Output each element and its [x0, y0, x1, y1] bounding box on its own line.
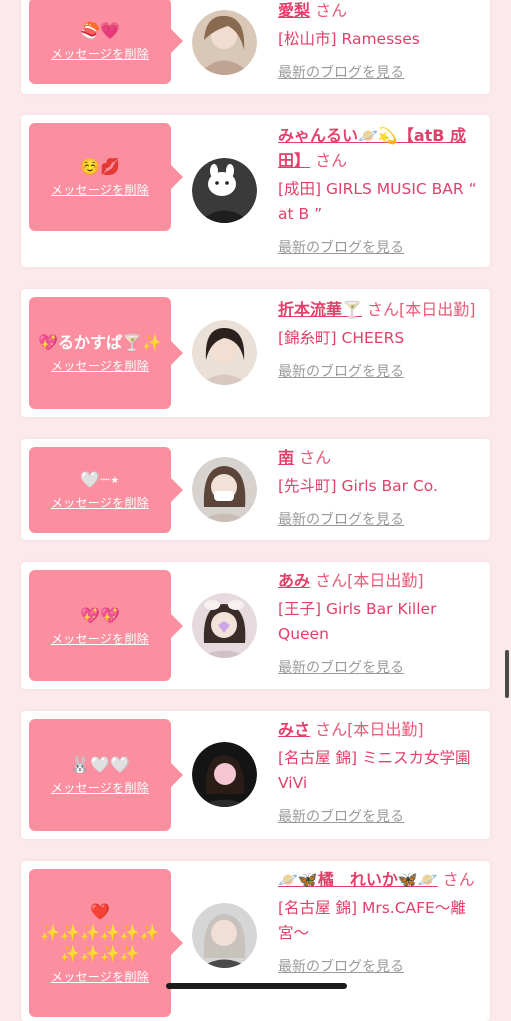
shop-label: [松山市] Ramesses [278, 30, 420, 48]
cast-name-link[interactable]: 折本流華🍸 [278, 300, 362, 319]
delete-message-link[interactable]: メッセージを削除 [51, 630, 149, 647]
avatar[interactable] [192, 320, 257, 385]
latest-blog-link[interactable]: 最新のブログを見る [278, 806, 404, 826]
message-card: 💖💖 メッセージを削除 あみ さん[本日出勤] [王子] Girls Bar K… [21, 562, 490, 689]
latest-blog-link[interactable]: 最新のブログを見る [278, 62, 404, 82]
delete-message-link[interactable]: メッセージを削除 [51, 45, 149, 62]
message-bubble: ☺️💋 メッセージを削除 [29, 123, 183, 231]
cast-info: 🪐🦋橘 れいか🦋🪐 さん [名古屋 錦] Mrs.CAFE〜離宮〜 最新のブログ… [278, 867, 484, 976]
cast-name-line: 折本流華🍸 さん[本日出勤] [278, 297, 484, 322]
latest-blog-link[interactable]: 最新のブログを見る [278, 361, 404, 381]
message-stamp: 🐰🤍🤍 [70, 755, 130, 774]
message-bubble: 🍣💗 メッセージを削除 [29, 0, 183, 84]
cast-name-link[interactable]: みゃんるい🪐💫【atB 成田】 [278, 126, 466, 170]
cast-name-line: みゃんるい🪐💫【atB 成田】 さん [278, 123, 484, 173]
message-bubble: 💖るかすぱ🍸✨ メッセージを削除 [29, 297, 183, 409]
avatar[interactable] [192, 903, 257, 968]
latest-blog-link[interactable]: 最新のブログを見る [278, 237, 404, 257]
message-card: 🤍┈⋆ メッセージを削除 南 さん [先斗町] Girls Bar Co. 最新… [21, 439, 490, 540]
shop-label: [名古屋 錦] ミニスカ女学園ViVi [278, 749, 471, 792]
cast-name-link[interactable]: みさ [278, 720, 310, 739]
message-list: 🍣💗 メッセージを削除 愛梨 さん [松山市] Ramesses 最新のブログを… [0, 0, 511, 1021]
message-card: 🍣💗 メッセージを削除 愛梨 さん [松山市] Ramesses 最新のブログを… [21, 0, 490, 94]
scrollbar[interactable] [505, 650, 509, 698]
cast-info: 折本流華🍸 さん[本日出勤] [錦糸町] CHEERS 最新のブログを見る [278, 297, 484, 381]
shop-label: [先斗町] Girls Bar Co. [278, 477, 438, 495]
message-stamp: 💖💖 [80, 605, 120, 625]
honorific-text: さん[本日出勤] [361, 300, 476, 319]
latest-blog-link[interactable]: 最新のブログを見る [278, 509, 404, 529]
message-bubble: 🐰🤍🤍 メッセージを削除 [29, 719, 183, 831]
cast-name-line: 愛梨 さん [278, 0, 484, 23]
avatar[interactable] [192, 742, 257, 807]
message-card: ❤️ ✨✨✨✨✨✨ ✨✨✨✨ メッセージを削除 🪐🦋橘 れいか🦋🪐 さん [名古… [21, 861, 490, 1021]
cast-name-line: あみ さん[本日出勤] [278, 568, 484, 593]
delete-message-link[interactable]: メッセージを削除 [51, 181, 149, 198]
message-bubble: 💖💖 メッセージを削除 [29, 570, 183, 681]
cast-name-link[interactable]: 南 [278, 448, 294, 467]
latest-blog-link[interactable]: 最新のブログを見る [278, 657, 404, 677]
message-stamp: 🍣💗 [80, 21, 120, 40]
avatar[interactable] [192, 10, 257, 75]
honorific-text: さん [294, 448, 332, 467]
shop-label: [錦糸町] CHEERS [278, 329, 405, 347]
message-stamp: ☺️💋 [80, 157, 120, 176]
cast-info: あみ さん[本日出勤] [王子] Girls Bar Killer Queen … [278, 568, 484, 677]
home-indicator [166, 983, 347, 989]
message-bubble: 🤍┈⋆ メッセージを削除 [29, 447, 183, 533]
shop-label: [成田] GIRLS MUSIC BAR “ at B ” [278, 180, 477, 223]
shop-label: [名古屋 錦] Mrs.CAFE〜離宮〜 [278, 899, 466, 942]
cast-info: みゃんるい🪐💫【atB 成田】 さん [成田] GIRLS MUSIC BAR … [278, 123, 484, 257]
delete-message-link[interactable]: メッセージを削除 [51, 494, 149, 511]
honorific-text: さん [310, 151, 348, 170]
avatar[interactable] [192, 158, 257, 223]
cast-info: 愛梨 さん [松山市] Ramesses 最新のブログを見る [278, 0, 484, 82]
message-card: 🐰🤍🤍 メッセージを削除 みさ さん[本日出勤] [名古屋 錦] ミニスカ女学園… [21, 711, 490, 839]
cast-name-line: 🪐🦋橘 れいか🦋🪐 さん [278, 867, 484, 892]
avatar[interactable] [192, 593, 257, 658]
message-stamp: ❤️ ✨✨✨✨✨✨ ✨✨✨✨ [40, 902, 160, 963]
message-bubble: ❤️ ✨✨✨✨✨✨ ✨✨✨✨ メッセージを削除 [29, 869, 183, 1017]
message-card: ☺️💋 メッセージを削除 みゃんるい🪐💫【atB 成田】 さん [成田] GIR… [21, 115, 490, 267]
cast-info: 南 さん [先斗町] Girls Bar Co. 最新のブログを見る [278, 445, 484, 529]
cast-name-line: 南 さん [278, 445, 484, 470]
honorific-text: さん [437, 870, 475, 889]
cast-info: みさ さん[本日出勤] [名古屋 錦] ミニスカ女学園ViVi 最新のブログを見… [278, 717, 484, 826]
delete-message-link[interactable]: メッセージを削除 [51, 779, 149, 796]
message-stamp: 🤍┈⋆ [80, 470, 120, 489]
cast-name-link[interactable]: 🪐🦋橘 れいか🦋🪐 [278, 870, 438, 889]
shop-label: [王子] Girls Bar Killer Queen [278, 600, 437, 643]
cast-name-link[interactable]: 愛梨 [278, 1, 310, 20]
delete-message-link[interactable]: メッセージを削除 [51, 968, 149, 985]
honorific-text: さん[本日出勤] [310, 571, 424, 590]
message-card: 💖るかすぱ🍸✨ メッセージを削除 折本流華🍸 さん[本日出勤] [錦糸町] CH… [21, 289, 490, 417]
latest-blog-link[interactable]: 最新のブログを見る [278, 956, 404, 976]
cast-name-link[interactable]: あみ [278, 571, 310, 590]
message-stamp: 💖るかすぱ🍸✨ [38, 333, 162, 352]
honorific-text: さん [310, 1, 348, 20]
delete-message-link[interactable]: メッセージを削除 [51, 357, 149, 374]
cast-name-line: みさ さん[本日出勤] [278, 717, 484, 742]
avatar[interactable] [192, 457, 257, 522]
honorific-text: さん[本日出勤] [310, 720, 424, 739]
